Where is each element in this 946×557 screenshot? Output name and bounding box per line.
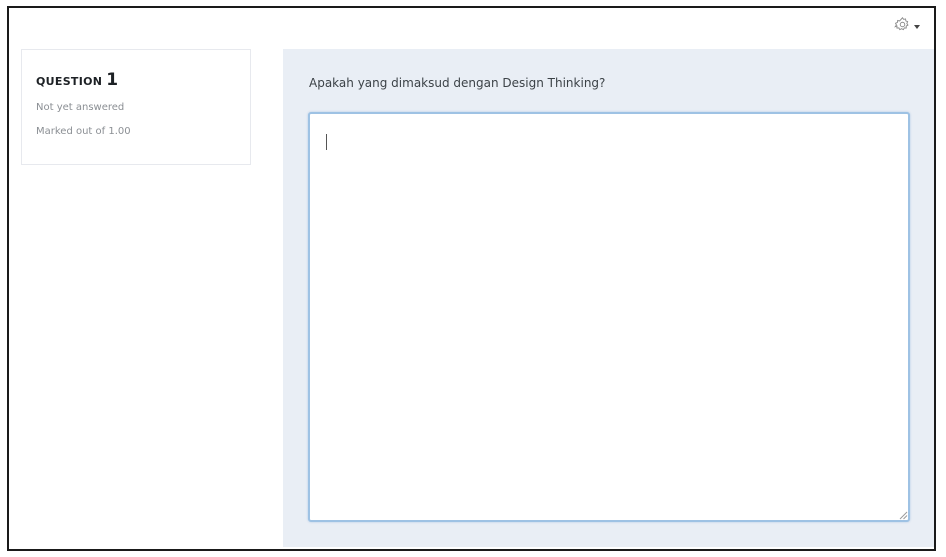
question-number: 1 xyxy=(106,70,119,90)
question-content-panel: Apakah yang dimaksud dengan Design Think… xyxy=(283,49,934,547)
gear-icon[interactable] xyxy=(894,16,911,33)
question-info-panel: QUESTION 1 Not yet answered Marked out o… xyxy=(21,49,251,165)
question-label: QUESTION xyxy=(36,75,103,88)
caret-down-icon[interactable] xyxy=(914,24,920,29)
resize-handle-icon[interactable] xyxy=(898,510,908,520)
settings-menu[interactable] xyxy=(894,16,920,33)
text-cursor xyxy=(326,134,327,150)
question-marks: Marked out of 1.00 xyxy=(36,126,131,137)
question-heading: QUESTION 1 xyxy=(36,70,236,90)
answer-textarea[interactable] xyxy=(308,112,910,522)
question-text: Apakah yang dimaksud dengan Design Think… xyxy=(309,76,606,90)
quiz-frame: QUESTION 1 Not yet answered Marked out o… xyxy=(7,6,936,551)
question-status: Not yet answered xyxy=(36,102,125,113)
